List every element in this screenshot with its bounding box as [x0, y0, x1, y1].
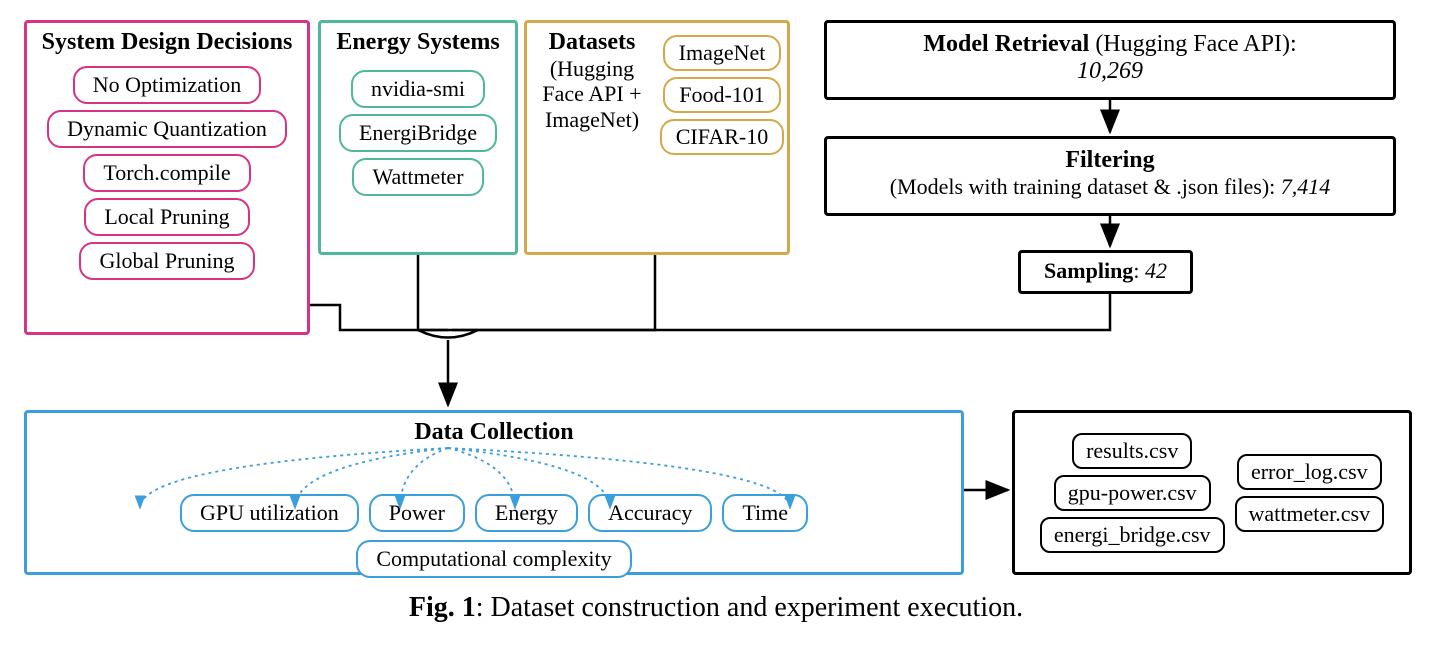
out-file: energi_bridge.csv: [1040, 517, 1225, 553]
filtering-text: Filtering (Models with training dataset …: [827, 139, 1393, 201]
out-file: gpu-power.csv: [1054, 475, 1211, 511]
dc-pill: Energy: [475, 494, 578, 532]
dc-pill: GPU utilization: [180, 494, 359, 532]
sdd-pill: No Optimization: [73, 66, 261, 104]
es-title: Energy Systems: [321, 23, 515, 64]
es-pill: EnergiBridge: [339, 114, 497, 152]
sdd-pill: Dynamic Quantization: [47, 110, 287, 148]
out-file: wattmeter.csv: [1235, 496, 1385, 532]
dc-title: Data Collection: [27, 413, 961, 454]
sampling-text: Sampling: 42: [1021, 253, 1190, 284]
sampling-box: Sampling: 42: [1018, 250, 1193, 294]
sdd-pill: Local Pruning: [84, 198, 249, 236]
dc-pill: Time: [722, 494, 808, 532]
dc-pill: Computational complexity: [356, 540, 631, 578]
ds-pill: CIFAR-10: [660, 119, 785, 155]
ds-subtitle: (Hugging Face API + ImageNet): [531, 56, 653, 132]
datasets-box: Datasets (Hugging Face API + ImageNet) I…: [524, 20, 790, 255]
figure-caption: Fig. 1: Dataset construction and experim…: [0, 592, 1432, 624]
out-file: error_log.csv: [1237, 454, 1382, 490]
data-collection-box: Data Collection GPU utilization Power En…: [24, 410, 964, 575]
dc-pill: Power: [369, 494, 465, 532]
sdd-pill: Torch.compile: [83, 154, 250, 192]
ds-pill: ImageNet: [663, 35, 782, 71]
filtering-box: Filtering (Models with training dataset …: [824, 136, 1396, 216]
system-design-decisions-box: System Design Decisions No Optimization …: [24, 20, 310, 335]
output-files-box: results.csv gpu-power.csv energi_bridge.…: [1012, 410, 1412, 575]
sdd-title: System Design Decisions: [27, 23, 307, 60]
ds-title: Datasets: [531, 29, 653, 56]
es-pill: Wattmeter: [352, 158, 483, 196]
energy-systems-box: Energy Systems nvidia-smi EnergiBridge W…: [318, 20, 518, 255]
model-retrieval-box: Model Retrieval (Hugging Face API): 10,2…: [824, 20, 1396, 100]
model-retrieval-text: Model Retrieval (Hugging Face API): 10,2…: [827, 23, 1393, 85]
dc-pill: Accuracy: [588, 494, 712, 532]
sdd-pill: Global Pruning: [79, 242, 254, 280]
out-file: results.csv: [1072, 433, 1192, 469]
ds-pill: Food-101: [663, 77, 781, 113]
es-pill: nvidia-smi: [351, 70, 485, 108]
